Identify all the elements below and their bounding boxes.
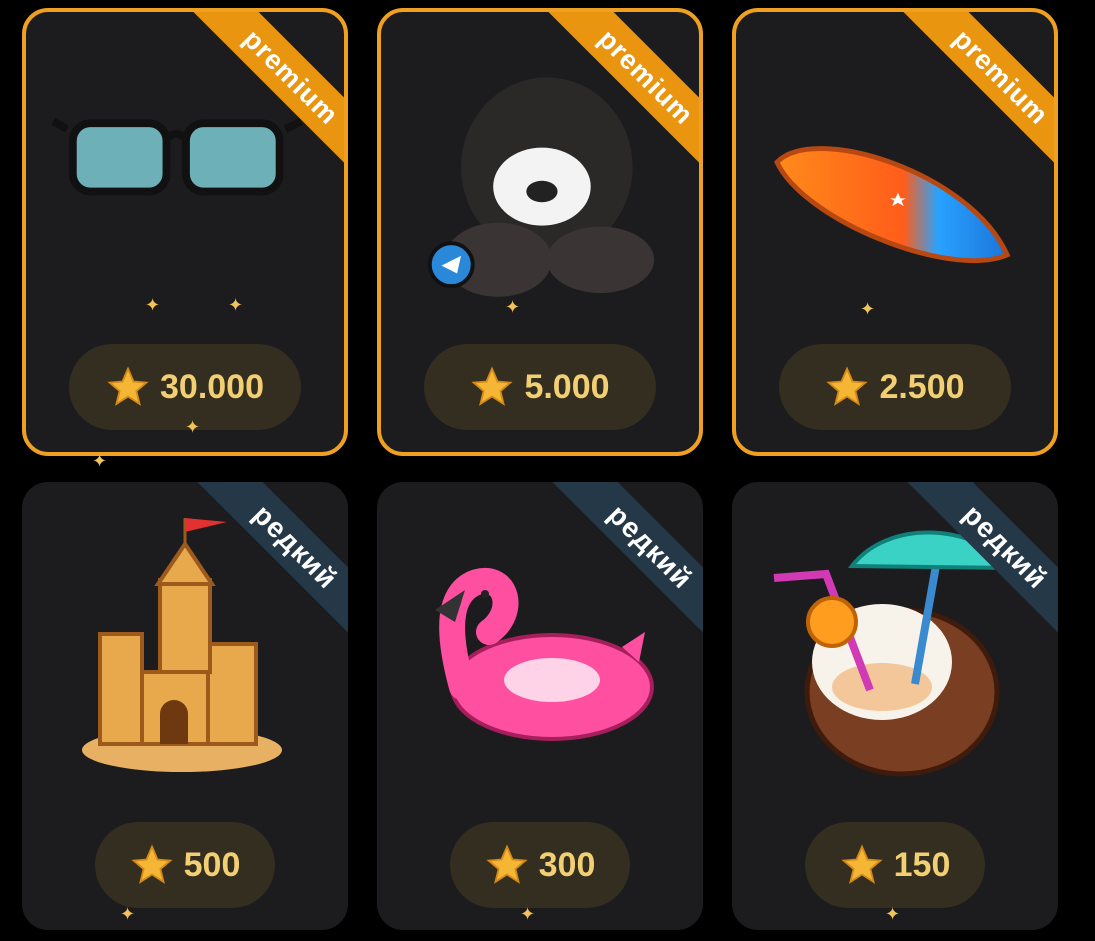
star-icon bbox=[826, 366, 869, 406]
price-value: 150 bbox=[893, 845, 951, 884]
price-value: 2.500 bbox=[879, 367, 965, 406]
gift-card-teddy-bear[interactable]: premium 5.000 bbox=[377, 8, 703, 456]
price-value: 30.000 bbox=[160, 367, 264, 406]
star-icon bbox=[486, 844, 528, 884]
price-value: 500 bbox=[183, 845, 241, 884]
star-icon bbox=[471, 366, 514, 406]
price-button[interactable]: 500 bbox=[95, 822, 275, 908]
price-value: 300 bbox=[538, 845, 596, 884]
star-icon bbox=[131, 844, 173, 884]
price-button[interactable]: 150 bbox=[805, 822, 985, 908]
price-button[interactable]: 300 bbox=[450, 822, 630, 908]
star-icon bbox=[107, 366, 149, 406]
gift-card-coconut[interactable]: редкий 150 bbox=[732, 482, 1058, 930]
star-icon bbox=[841, 844, 883, 884]
gift-card-surfboard[interactable]: premium 2.500 bbox=[732, 8, 1058, 456]
price-button[interactable]: 30.000 bbox=[69, 344, 301, 430]
gift-card-sandcastle[interactable]: редкий 500 bbox=[22, 482, 348, 930]
price-button[interactable]: 5.000 bbox=[424, 344, 656, 430]
gift-card-flamingo[interactable]: редкий 300 bbox=[377, 482, 703, 930]
gift-card-sunglasses[interactable]: premium 30.000 bbox=[22, 8, 348, 456]
price-button[interactable]: 2.500 bbox=[779, 344, 1011, 430]
price-value: 5.000 bbox=[524, 367, 610, 406]
